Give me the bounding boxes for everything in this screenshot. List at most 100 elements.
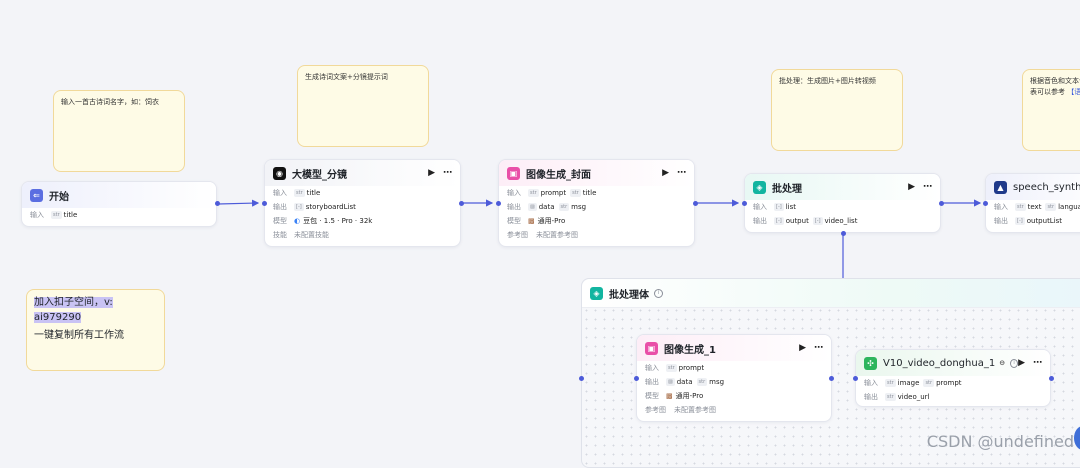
- info-icon[interactable]: i: [654, 288, 663, 298]
- more-icon[interactable]: ⋯: [1033, 358, 1042, 368]
- more-icon[interactable]: ⋯: [923, 182, 932, 192]
- play-icon[interactable]: ▶: [1018, 358, 1025, 368]
- note-text: 表可以参考: [1030, 87, 1068, 96]
- field-value: 未配置参考图: [536, 231, 578, 239]
- type-tag: str: [1045, 203, 1057, 211]
- output-port[interactable]: [829, 376, 834, 381]
- field-value: msg: [571, 203, 587, 211]
- plugin-icon: ✣: [864, 356, 877, 370]
- note-text: 批处理：生成图片+图片转视频: [779, 77, 876, 85]
- output-port[interactable]: [1049, 376, 1054, 381]
- field-value: text: [1027, 203, 1042, 211]
- type-tag: str: [570, 189, 581, 197]
- sticky-note[interactable]: 输入一首古诗词名字，如：饲衣: [53, 90, 185, 172]
- output-port[interactable]: [693, 201, 698, 206]
- node-video-donghua[interactable]: ✣ V10_video_donghua_1 ⊖ i ▶ ⋯ 输入 str image…: [855, 349, 1051, 407]
- node-image-gen-1[interactable]: ▣ 图像生成_1 ▶ ⋯ 输入 str prompt 输出 ▨ data str msg …: [636, 334, 832, 422]
- field-label: 输入: [645, 364, 659, 372]
- type-tag: [-]: [294, 203, 304, 211]
- node-title: 图像生成_1: [664, 344, 716, 356]
- field-value: prompt: [936, 379, 962, 387]
- input-port[interactable]: [853, 376, 858, 381]
- image-type-icon: ▨: [528, 203, 537, 211]
- input-port[interactable]: [496, 201, 501, 206]
- info-icon[interactable]: i: [1010, 358, 1019, 368]
- node-batch[interactable]: ◈ 批处理 ▶ ⋯ 输入 [-] list 输出 [-] output [-] video…: [744, 173, 941, 233]
- field-value: title: [63, 211, 78, 219]
- type-tag: str: [666, 364, 677, 372]
- field-label: 输入: [994, 203, 1008, 211]
- node-title: 大模型_分镜: [292, 169, 347, 181]
- input-port[interactable]: [742, 201, 747, 206]
- type-tag: str: [294, 189, 305, 197]
- field-label: 模型: [507, 217, 521, 225]
- field-label: 输入: [30, 211, 44, 219]
- group-title: 批处理体: [609, 289, 649, 301]
- type-tag: [-]: [812, 217, 823, 225]
- type-tag: str: [923, 379, 935, 387]
- field-value: video_list: [824, 217, 858, 225]
- node-speech-synthesis[interactable]: ▲ speech_synthesis 输入 strtext strlanguag…: [985, 173, 1080, 233]
- type-tag: [-]: [1015, 217, 1025, 225]
- field-label: 参考图: [507, 231, 528, 239]
- field-value: storyboardList: [305, 203, 356, 211]
- type-tag: [-]: [774, 203, 784, 211]
- input-port[interactable]: [983, 201, 988, 206]
- note-text: 生成诗词文案+分镜提示词: [305, 73, 388, 81]
- field-label: 输出: [507, 203, 521, 211]
- sticky-note[interactable]: 批处理：生成图片+图片转视频: [771, 69, 903, 151]
- field-value: outputList: [1026, 217, 1063, 225]
- field-value: output: [785, 217, 809, 225]
- field-label: 输入: [753, 203, 767, 211]
- batch-icon: ◈: [753, 180, 766, 194]
- input-port[interactable]: [634, 376, 639, 381]
- model-thumb-icon: ▩: [528, 217, 535, 225]
- node-title: 图像生成_封面: [526, 169, 591, 181]
- more-icon[interactable]: ⋯: [443, 168, 452, 178]
- output-port[interactable]: [939, 201, 944, 206]
- type-tag: str: [696, 378, 708, 386]
- promo-note[interactable]: 加入扣子空间，v: ai979290 一键复制所有工作流: [26, 289, 165, 371]
- field-label: 模型: [645, 392, 659, 400]
- group-input-port[interactable]: [579, 376, 584, 381]
- field-value: 通用-Pro: [675, 392, 704, 400]
- type-tag: str: [558, 203, 570, 211]
- note-text: 根据音色和文本合: [1030, 77, 1080, 85]
- output-port[interactable]: [215, 201, 220, 206]
- node-title: 开始: [49, 191, 69, 203]
- play-icon[interactable]: ▶: [908, 182, 915, 192]
- type-tag: str: [1015, 203, 1026, 211]
- promo-line: 一键复制所有工作流: [34, 330, 124, 341]
- more-icon[interactable]: ⋯: [814, 343, 823, 353]
- field-value: video_url: [897, 393, 930, 401]
- play-icon[interactable]: ▶: [799, 343, 806, 353]
- field-label: 输出: [273, 203, 287, 211]
- promo-line: 加入扣子空间，v:: [34, 297, 113, 308]
- node-llm-storyboard[interactable]: ◉ 大模型_分镜 ▶ ⋯ 输入 str title 输出 [-] storyboardLi…: [264, 159, 461, 247]
- sticky-note[interactable]: 生成诗词文案+分镜提示词: [297, 65, 429, 147]
- batch-icon: ◈: [590, 286, 603, 300]
- field-label: 输入: [273, 189, 287, 197]
- field-value: data: [538, 203, 555, 211]
- node-start[interactable]: ⇐ 开始 输入 str title: [21, 181, 217, 227]
- play-icon[interactable]: ▶: [428, 168, 435, 178]
- node-image-cover[interactable]: ▣ 图像生成_封面 ▶ ⋯ 输入 str prompt str title 输出 ▨ d…: [498, 159, 695, 247]
- image-type-icon: ▨: [666, 378, 675, 386]
- body-port[interactable]: [841, 231, 846, 236]
- type-tag: [-]: [774, 217, 784, 225]
- field-value: 通用-Pro: [537, 217, 566, 225]
- field-value: title: [306, 189, 321, 197]
- input-port[interactable]: [262, 201, 267, 206]
- field-value: 未配置参考图: [674, 406, 716, 414]
- field-label: 输出: [753, 217, 767, 225]
- note-link[interactable]: 【语音: [1067, 88, 1080, 96]
- more-icon[interactable]: ⋯: [677, 168, 686, 178]
- lock-icon: ⊖: [999, 359, 1006, 367]
- output-port[interactable]: [459, 201, 464, 206]
- field-value: 豆包 · 1.5 · Pro · 32k: [303, 217, 373, 225]
- play-icon[interactable]: ▶: [662, 168, 669, 178]
- sticky-note[interactable]: 根据音色和文本合 表可以参考 【语音: [1022, 69, 1080, 151]
- speech-plugin-icon: ▲: [994, 180, 1007, 194]
- field-label: 输出: [994, 217, 1008, 225]
- field-value: title: [582, 189, 597, 197]
